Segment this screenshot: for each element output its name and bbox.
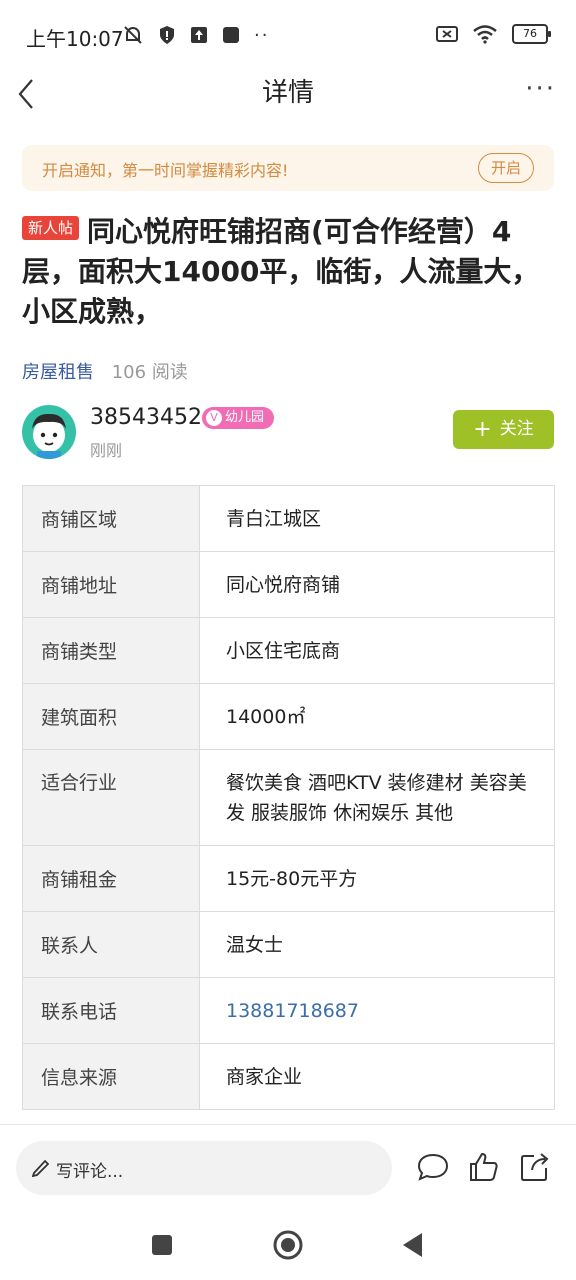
read-count: 106 阅读 xyxy=(111,362,188,383)
category-link[interactable]: 房屋租售 xyxy=(22,362,94,383)
plus-icon: + xyxy=(473,417,492,442)
tag-label: 幼儿园 xyxy=(225,410,265,425)
shield-icon xyxy=(160,26,174,44)
row-value: 15元-80元平方 xyxy=(199,845,555,912)
battery-icon: 76 xyxy=(512,24,551,44)
row-key: 商铺区域 xyxy=(22,485,200,552)
status-bar: 上午10:07 ·· 76 xyxy=(0,0,576,70)
like-icon[interactable] xyxy=(467,1150,501,1184)
mute-bell-icon xyxy=(124,26,142,44)
row-value: 14000㎡ xyxy=(199,683,555,750)
comment-placeholder: 写评论... xyxy=(56,1162,124,1182)
comment-icon[interactable] xyxy=(416,1150,450,1184)
avatar[interactable] xyxy=(22,405,76,459)
page-title: 详情 xyxy=(261,78,314,108)
info-table: 商铺区域 青白江城区 商铺地址 同心悦府商铺 商铺类型 小区住宅底商 建筑面积 1400… xyxy=(22,485,555,1110)
row-key: 商铺地址 xyxy=(22,551,200,618)
table-row: 建筑面积 14000㎡ xyxy=(22,683,555,750)
row-key: 适合行业 xyxy=(22,749,200,846)
comment-input[interactable]: 写评论... xyxy=(16,1141,392,1195)
row-key: 建筑面积 xyxy=(22,683,200,750)
pencil-icon xyxy=(32,1159,50,1177)
post-time: 刚刚 xyxy=(90,441,123,460)
sim-x-icon xyxy=(436,26,458,42)
row-key: 信息来源 xyxy=(22,1043,200,1110)
phone-link[interactable]: 13881718687 xyxy=(199,977,555,1044)
post-title: 同心悦府旺铺招商(可合作经营）4层，面积大14000平，临街，人流量大，小区成熟… xyxy=(22,215,540,328)
table-row: 适合行业 餐饮美食 酒吧KTV 装修建材 美容美发 服装服饰 休闲娱乐 其他 xyxy=(22,749,555,846)
row-key: 商铺租金 xyxy=(22,845,200,912)
row-value: 商家企业 xyxy=(199,1043,555,1110)
table-row: 联系人 温女士 xyxy=(22,911,555,978)
row-value: 小区住宅底商 xyxy=(199,617,555,684)
post-meta: 房屋租售 106 阅读 xyxy=(22,358,188,384)
more-notifications-icon: ·· xyxy=(254,24,270,46)
table-row: 商铺地址 同心悦府商铺 xyxy=(22,551,555,618)
row-value: 同心悦府商铺 xyxy=(199,551,555,618)
row-key: 联系人 xyxy=(22,911,200,978)
table-row: 信息来源 商家企业 xyxy=(22,1043,555,1110)
row-value: 餐饮美食 酒吧KTV 装修建材 美容美发 服装服饰 休闲娱乐 其他 xyxy=(199,749,555,846)
share-icon[interactable] xyxy=(518,1150,552,1184)
app-square-icon xyxy=(223,27,239,43)
notification-banner: 开启通知，第一时间掌握精彩内容! 开启 xyxy=(22,145,554,191)
home-icon[interactable] xyxy=(272,1229,304,1261)
row-key: 联系电话 xyxy=(22,977,200,1044)
kindergarten-tag: V 幼儿园 xyxy=(202,407,275,429)
top-nav: 详情 ··· xyxy=(0,62,576,118)
recent-apps-icon[interactable] xyxy=(150,1233,174,1257)
row-key: 商铺类型 xyxy=(22,617,200,684)
follow-label: 关注 xyxy=(499,419,534,439)
status-time: 上午10:07 xyxy=(26,27,124,51)
more-options-icon[interactable]: ··· xyxy=(525,74,556,104)
table-row: 商铺类型 小区住宅底商 xyxy=(22,617,555,684)
table-row: 联系电话 13881718687 xyxy=(22,977,555,1044)
enable-notification-button[interactable]: 开启 xyxy=(478,153,534,183)
tag-logo-icon: V xyxy=(206,409,222,426)
wifi-icon xyxy=(473,25,497,44)
back-triangle-icon[interactable] xyxy=(400,1231,426,1259)
table-row: 商铺区域 青白江城区 xyxy=(22,485,555,552)
table-row: 商铺租金 15元-80元平方 xyxy=(22,845,555,912)
notification-text: 开启通知，第一时间掌握精彩内容! xyxy=(42,161,289,180)
row-value: 青白江城区 xyxy=(199,485,555,552)
new-user-badge: 新人帖 xyxy=(22,216,80,240)
system-nav-bar xyxy=(0,1215,576,1280)
upload-icon xyxy=(191,27,207,43)
bottom-divider xyxy=(0,1124,576,1125)
row-value: 温女士 xyxy=(199,911,555,978)
author-name[interactable]: 38543452 xyxy=(90,405,202,430)
follow-button[interactable]: + 关注 xyxy=(453,410,554,449)
author-row: 38543452 V 幼儿园 刚刚 + 关注 xyxy=(22,405,554,465)
post-title-block: 新人帖 同心悦府旺铺招商(可合作经营）4层，面积大14000平，临街，人流量大，小… xyxy=(22,212,554,332)
